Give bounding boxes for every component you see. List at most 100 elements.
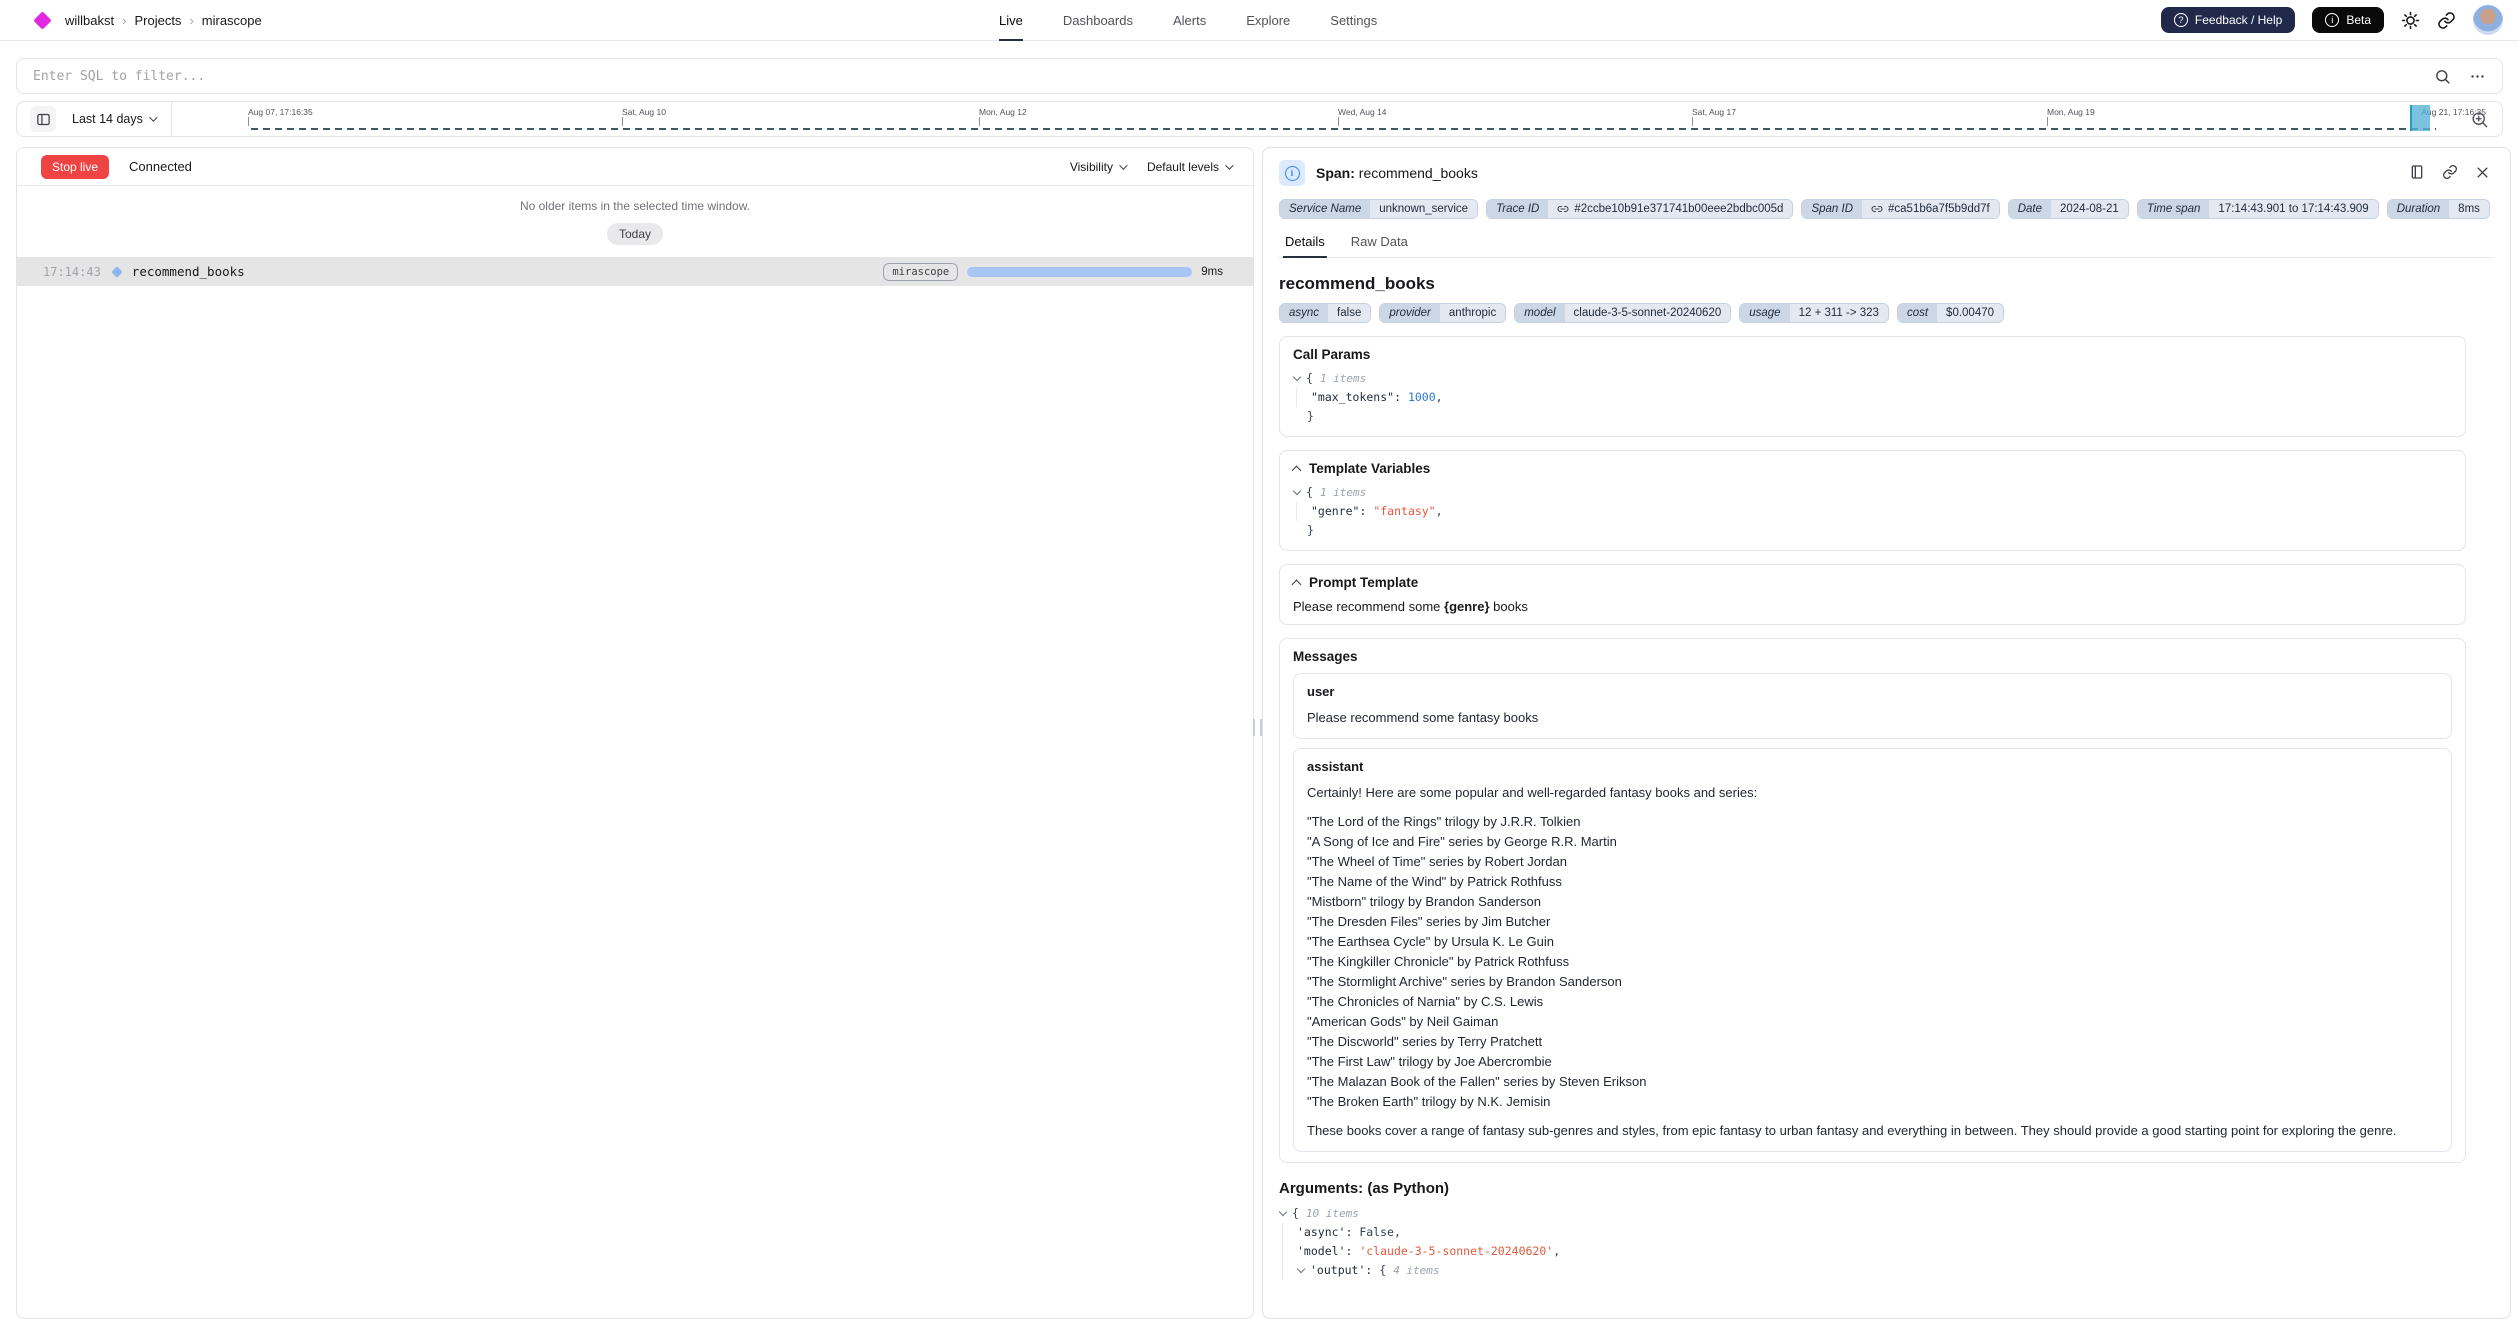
link-icon[interactable] (1557, 203, 1569, 215)
date-badge: Date 2024-08-21 (2008, 199, 2129, 219)
collapse-section-icon[interactable] (1292, 465, 1302, 475)
span-header: i Span: recommend_books (1279, 160, 2494, 186)
trace-name: recommend_books (132, 264, 245, 279)
json-collapse-icon[interactable] (1293, 487, 1301, 495)
call-params-card: Call Params {1 items "max_tokens": 1000,… (1279, 336, 2466, 437)
stop-live-button[interactable]: Stop live (41, 155, 109, 179)
tab-explore[interactable]: Explore (1246, 0, 1290, 41)
tab-raw-data[interactable]: Raw Data (1349, 234, 1410, 258)
book-list-item: "The Chronicles of Narnia" by C.S. Lewis (1307, 992, 2438, 1012)
trace-timestamp: 17:14:43 (43, 265, 101, 279)
empty-window-message: No older items in the selected time wind… (17, 199, 1253, 213)
breadcrumb-org[interactable]: willbakst (65, 13, 114, 28)
book-list-item: "American Gods" by Neil Gaiman (1307, 1012, 2438, 1032)
json-collapse-icon[interactable] (1293, 373, 1301, 381)
book-list-item: "The Kingkiller Chronicle" by Patrick Ro… (1307, 952, 2438, 972)
usage-badge: usage 12 + 311 -> 323 (1739, 303, 1889, 323)
project-badge: mirascope (883, 263, 958, 281)
time-range-dropdown[interactable]: Last 14 days (72, 112, 155, 126)
span-header-actions (2409, 164, 2490, 180)
span-title-value: recommend_books (1359, 165, 1478, 181)
book-list-item: "The Name of the Wind" by Patrick Rothfu… (1307, 872, 2438, 892)
json-collapse-icon[interactable] (1279, 1208, 1287, 1216)
assistant-outro: These books cover a range of fantasy sub… (1307, 1121, 2438, 1141)
beta-label: Beta (2346, 13, 2371, 27)
search-icon[interactable] (2434, 68, 2451, 85)
connection-status: Connected (129, 159, 192, 174)
async-badge: async false (1279, 303, 1371, 323)
top-nav: willbakst › Projects › mirascope Live Da… (0, 0, 2519, 41)
tab-settings[interactable]: Settings (1330, 0, 1377, 41)
span-info-icon: i (1279, 160, 1305, 186)
prompt-template-body: Please recommend some {genre} books (1293, 599, 2452, 614)
trace-row[interactable]: 17:14:43 recommend_books mirascope 9ms (17, 257, 1253, 286)
question-circle-icon: ? (2174, 13, 2188, 27)
visibility-label: Visibility (1070, 160, 1113, 174)
span-diamond-icon (111, 266, 122, 277)
user-avatar[interactable] (2473, 5, 2503, 35)
feedback-help-button[interactable]: ? Feedback / Help (2161, 7, 2295, 33)
main-split: Stop live Connected Visibility Default l… (16, 147, 2511, 1319)
zoom-in-icon[interactable] (2470, 110, 2489, 129)
visibility-dropdown[interactable]: Visibility (1070, 160, 1125, 174)
collapse-section-icon[interactable] (1292, 579, 1302, 589)
call-params-heading: Call Params (1293, 347, 2452, 362)
today-badge[interactable]: Today (607, 223, 663, 245)
book-list-item: "Mistborn" trilogy by Brandon Sanderson (1307, 892, 2438, 912)
timeline-tick (979, 117, 980, 126)
cost-badge: cost $0.00470 (1897, 303, 2004, 323)
feedback-help-label: Feedback / Help (2195, 13, 2282, 27)
timeline-tick (1338, 117, 1339, 126)
prompt-template-heading: Prompt Template (1309, 575, 1418, 590)
more-options-icon[interactable] (2469, 68, 2486, 85)
theme-toggle-icon[interactable] (2401, 11, 2420, 30)
time-range-label: Last 14 days (72, 112, 143, 126)
book-list-item: "The Wheel of Time" series by Robert Jor… (1307, 852, 2438, 872)
book-list-item: "The Stormlight Archive" series by Brand… (1307, 972, 2438, 992)
tab-alerts[interactable]: Alerts (1173, 0, 1206, 41)
open-panel-icon[interactable] (2409, 164, 2425, 180)
function-badges: async false provider anthropic model cla… (1279, 303, 2466, 323)
assistant-message-card: assistant Certainly! Here are some popul… (1293, 748, 2452, 1152)
tab-dashboards[interactable]: Dashboards (1063, 0, 1133, 41)
copy-span-link-icon[interactable] (2442, 164, 2458, 180)
link-icon[interactable] (1871, 203, 1883, 215)
app-logo-icon[interactable] (33, 11, 51, 29)
default-levels-label: Default levels (1147, 160, 1219, 174)
json-collapse-icon[interactable] (1297, 1265, 1305, 1273)
span-detail-panel: i Span: recommend_books (1262, 147, 2511, 1319)
book-list-item: "The Broken Earth" trilogy by N.K. Jemis… (1307, 1092, 2438, 1112)
nav-tabs: Live Dashboards Alerts Explore Settings (999, 0, 1377, 41)
breadcrumb: willbakst › Projects › mirascope (65, 13, 262, 28)
book-list-item: "The First Law" trilogy by Joe Abercromb… (1307, 1052, 2438, 1072)
sql-filter-placeholder: Enter SQL to filter... (33, 69, 205, 84)
copy-link-icon[interactable] (2437, 11, 2456, 30)
duration-bar (967, 267, 1192, 277)
tab-live[interactable]: Live (999, 0, 1023, 41)
tab-details[interactable]: Details (1283, 234, 1327, 258)
breadcrumb-project[interactable]: mirascope (202, 13, 262, 28)
default-levels-dropdown[interactable]: Default levels (1147, 160, 1231, 174)
provider-badge: provider anthropic (1379, 303, 1506, 323)
breadcrumb-projects[interactable]: Projects (134, 13, 181, 28)
brand (36, 14, 49, 27)
trace-id-badge: Trace ID #2ccbe10b91e371741b00eee2bdbc00… (1486, 199, 1793, 219)
span-content: recommend_books async false provider ant… (1279, 274, 2494, 1280)
timeline-dashed-line (251, 128, 2436, 130)
timeline-selection-handle[interactable] (2410, 105, 2430, 131)
panel-resize-handle[interactable] (1253, 719, 1262, 736)
chevron-down-icon (149, 113, 157, 121)
sql-filter-input[interactable]: Enter SQL to filter... (16, 58, 2503, 94)
timeline-tick-label: Aug 07, 17:16:35 (248, 107, 313, 117)
prompt-template-card: Prompt Template Please recommend some {g… (1279, 564, 2466, 625)
messages-card: Messages user Please recommend some fant… (1279, 638, 2466, 1163)
time-span-badge: Time span 17:14:43.901 to 17:14:43.909 (2137, 199, 2379, 219)
sidebar-toggle-icon[interactable] (30, 106, 56, 132)
service-name-badge: Service Name unknown_service (1279, 199, 1478, 219)
timeline-tick-label: Mon, Aug 19 (2047, 107, 2095, 117)
span-tabs: Details Raw Data (1279, 234, 2494, 258)
beta-button[interactable]: i Beta (2312, 7, 2384, 33)
timeline-track[interactable]: Aug 07, 17:16:35 Sat, Aug 10 Mon, Aug 12… (223, 102, 2488, 136)
close-icon[interactable] (2475, 165, 2490, 180)
span-meta-badges: Service Name unknown_service Trace ID #2… (1279, 199, 2494, 219)
